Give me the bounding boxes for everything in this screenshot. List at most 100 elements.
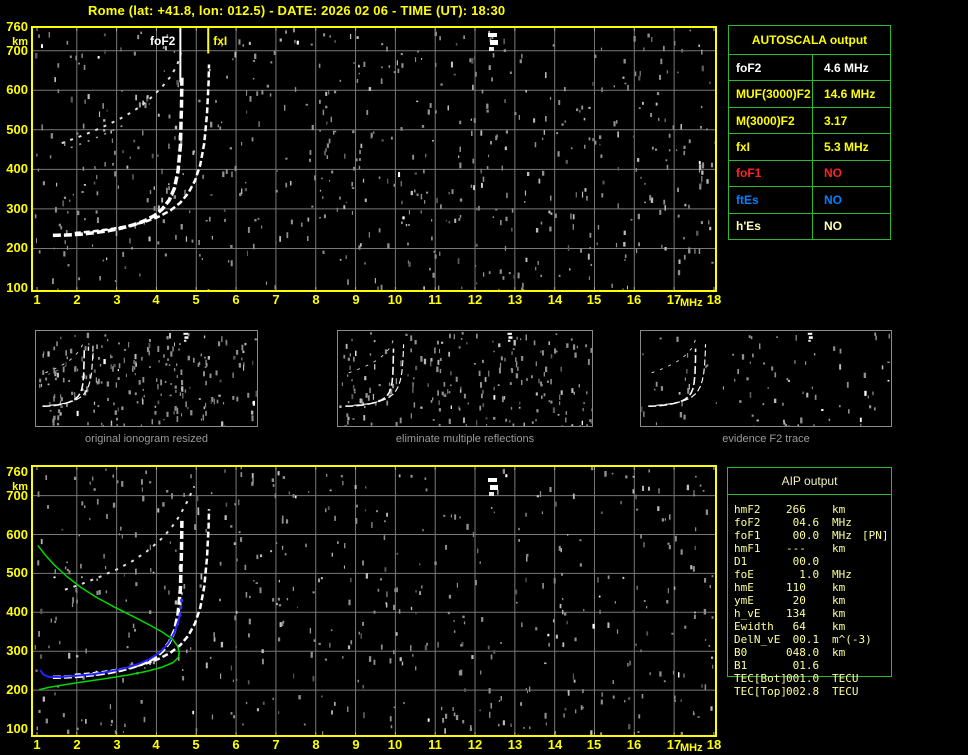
- aip-param-name: foF1: [734, 529, 761, 542]
- aip-param-value: ---: [786, 542, 806, 555]
- x-tick-11: 11: [428, 292, 442, 307]
- aip-param-value: 002.8: [786, 685, 820, 698]
- ionogram-plot-bottom: [31, 465, 717, 737]
- aip-param-name: hmF1: [734, 542, 761, 555]
- aip-row-TEC[Top]: TEC[Top] 002.8 TECU: [728, 685, 891, 698]
- autoscala-param-value: 5.3 MHz: [824, 139, 869, 154]
- aip-param-value: 00.0: [786, 555, 820, 568]
- x-axis-unit: MHz: [680, 297, 703, 309]
- x-tick-9: 9: [352, 737, 360, 752]
- x-tick-16: 16: [626, 292, 642, 307]
- y-tick-760: 760: [6, 464, 28, 479]
- marker-label-fxI: fxI: [213, 34, 227, 48]
- thumbnail-original-ionogram: [35, 330, 258, 429]
- autoscala-param-value: NO: [824, 192, 842, 207]
- aip-row-B1: B1 01.6: [728, 659, 891, 672]
- x-tick-13: 13: [507, 292, 523, 307]
- y-tick-500: 500: [6, 565, 28, 580]
- x-tick-6: 6: [232, 292, 240, 307]
- y-tick-500: 500: [6, 122, 28, 137]
- x-tick-15: 15: [586, 737, 602, 752]
- autoscala-table-header: AUTOSCALA output: [729, 26, 890, 55]
- x-tick-15: 15: [586, 292, 602, 307]
- aip-param-unit: km: [832, 607, 846, 620]
- y-tick-600: 600: [6, 527, 28, 542]
- aip-row-TEC[Bot]: TEC[Bot] 001.0 TECU: [728, 672, 891, 685]
- trace-second-hop-reflection: [651, 339, 696, 374]
- y-tick-200: 200: [6, 682, 28, 697]
- x-tick-12: 12: [467, 292, 483, 307]
- aip-param-name: DelN_vE: [734, 633, 781, 646]
- autoscala-row-MUF(3000)F2: MUF(3000)F2 14.6 MHz: [729, 81, 890, 108]
- page-title: Rome (lat: +41.8, lon: 012.5) - DATE: 20…: [88, 3, 506, 18]
- aip-param-name: TEC[Bot]: [734, 672, 787, 685]
- x-tick-7: 7: [272, 737, 280, 752]
- x-tick-2: 2: [73, 292, 81, 307]
- y-tick-200: 200: [6, 240, 28, 255]
- trace-F2-ordinary-trace: [648, 348, 697, 407]
- x-tick-3: 3: [113, 737, 121, 752]
- y-tick-400: 400: [6, 161, 28, 176]
- x-tick-14: 14: [547, 737, 563, 752]
- x-tick-8: 8: [312, 292, 320, 307]
- aip-row-foE: foE 1.0 MHz: [728, 568, 891, 581]
- aip-param-name: D1: [734, 555, 748, 568]
- x-tick-1: 1: [33, 292, 41, 307]
- aip-param-name: foF2: [734, 516, 761, 529]
- x-tick-2: 2: [73, 737, 81, 752]
- aip-output-table: AIP output hmF2 266 km foF2 04.6 MHz foF1 00.…: [727, 467, 892, 698]
- autoscala-param-value: NO: [824, 166, 842, 181]
- aip-param-name: hmF2: [734, 503, 761, 516]
- trace-second-hop-reflection: [348, 339, 394, 374]
- x-tick-14: 14: [547, 292, 563, 307]
- aip-param-name: hmE: [734, 581, 754, 594]
- aip-row-hmF2: hmF2 266 km: [728, 503, 891, 516]
- aip-row-DelN_vE: DelN_vE 00.1 m^(-3): [728, 633, 891, 646]
- x-tick-4: 4: [152, 737, 160, 752]
- trace-F2-ordinary-trace: [42, 348, 86, 407]
- trace-electron-density-profile: [37, 544, 180, 691]
- y-tick-600: 600: [6, 82, 28, 97]
- thumbnail-evidence-f2: [640, 330, 892, 431]
- x-tick-5: 5: [192, 292, 200, 307]
- x-tick-5: 5: [192, 737, 200, 752]
- y-tick-400: 400: [6, 604, 28, 619]
- autoscala-row-ftEs: ftEs NO: [729, 187, 890, 214]
- aip-row-foF2: foF2 04.6 MHz: [728, 516, 891, 529]
- aip-row-hmE: hmE 110 km: [728, 581, 891, 594]
- thumbnail-caption-2: evidence F2 trace: [722, 433, 810, 445]
- aip-param-unit: MHz: [832, 568, 852, 581]
- trace-second-hop-faint-branch: [70, 122, 129, 149]
- thumbnail-canvas-2: [641, 332, 890, 431]
- x-tick-16: 16: [626, 737, 642, 752]
- ionogram-plot-top: foF2 fxI: [31, 26, 717, 292]
- x-tick-9: 9: [352, 292, 360, 307]
- aip-param-unit: km: [832, 503, 846, 516]
- aip-param-name: ymE: [734, 594, 754, 607]
- x-tick-11: 11: [428, 737, 442, 752]
- aip-param-name: B0: [734, 646, 748, 659]
- aip-param-value: 110: [786, 581, 806, 594]
- aip-param-unit: km: [832, 594, 846, 607]
- aip-row-ymE: ymE 20 km: [728, 594, 891, 607]
- thumbnail-caption-1: eliminate multiple reflections: [395, 433, 535, 445]
- autoscala-row-h'Es: h'Es NO: [729, 213, 890, 239]
- x-tick-6: 6: [232, 737, 240, 752]
- autoscala-row-fxI: fxI 5.3 MHz: [729, 134, 890, 161]
- aip-param-value: 048.0: [786, 646, 820, 659]
- autoscala-param-label: fxI: [729, 134, 813, 160]
- autoscala-param-label: ftEs: [729, 187, 813, 213]
- x-tick-18: 18: [706, 292, 722, 307]
- autoscala-param-value: 3.17: [824, 113, 848, 128]
- autoscala-param-label: h'Es: [729, 213, 813, 239]
- autoscala-param-label: MUF(3000)F2: [729, 81, 813, 107]
- aip-param-name: TEC[Top]: [734, 685, 787, 698]
- aip-param-value: 64: [786, 620, 806, 633]
- aip-param-name: Ewidth: [734, 620, 774, 633]
- aip-param-extra: [PN]: [862, 529, 889, 542]
- aip-table-header: AIP output: [728, 468, 891, 495]
- trace-second-hop-reflection: [45, 339, 85, 374]
- aip-param-unit: TECU: [832, 685, 859, 698]
- aip-row-B0: B0 048.0 km: [728, 646, 891, 659]
- aip-param-name: h_vE: [734, 607, 761, 620]
